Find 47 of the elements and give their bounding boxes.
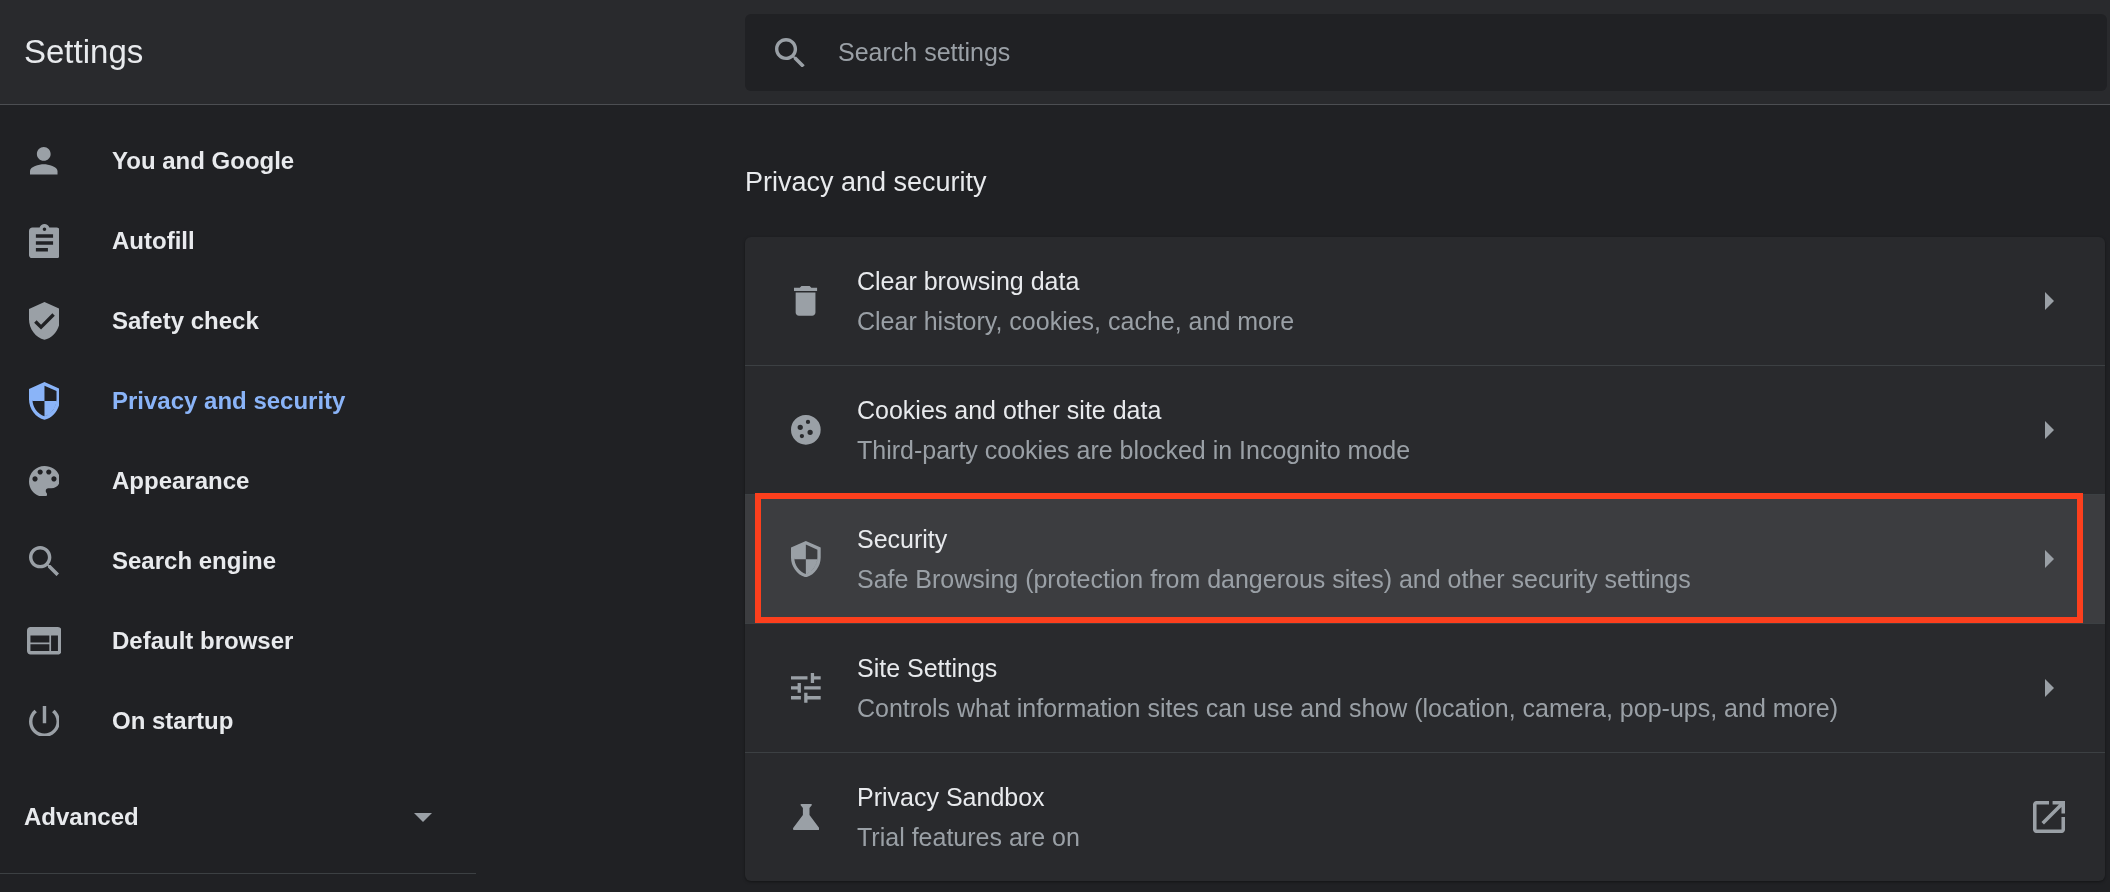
- row-description: Controls what information sites can use and show (location, camera, pop-ups, and more): [857, 693, 1839, 724]
- row-description: Trial features are on: [857, 822, 1080, 853]
- person-icon: [30, 147, 58, 175]
- search-icon: [775, 37, 805, 68]
- advanced-toggle[interactable]: Advanced: [0, 777, 476, 857]
- shield-check-icon: [28, 302, 60, 340]
- search-field[interactable]: Search settings: [745, 13, 2107, 91]
- sidebar-item[interactable]: Privacy and security: [0, 361, 476, 441]
- settings-row[interactable]: Security Safe Browsing (protection from dangerous sites) and other security settings: [745, 494, 2105, 623]
- row-description: Safe Browsing (protection from dangerous sites) and other security settings: [857, 564, 1691, 595]
- row-description: Third-party cookies are blocked in Incognito mode: [857, 435, 1411, 466]
- sidebar-item[interactable]: Search engine: [0, 521, 476, 601]
- sidebar-item[interactable]: On startup: [0, 681, 476, 761]
- page-title: Settings: [24, 33, 144, 71]
- palette-icon: [28, 465, 60, 497]
- settings-row[interactable]: Clear browsing data Clear history, cookies, cache, and more: [745, 237, 2105, 365]
- shield-icon: [791, 540, 821, 578]
- row-title: Site Settings: [857, 653, 998, 684]
- trash-icon: [794, 286, 818, 316]
- search-icon: [28, 545, 60, 577]
- sidebar-item[interactable]: Appearance: [0, 441, 476, 521]
- clipboard-icon: [28, 223, 60, 259]
- row-title: Clear browsing data: [857, 266, 1080, 297]
- power-icon: [28, 705, 60, 737]
- row-title: Privacy Sandbox: [857, 782, 1045, 813]
- caret-down-icon: [414, 812, 432, 822]
- shield-icon: [28, 382, 60, 420]
- browser-window-icon: [26, 627, 62, 655]
- row-description: Clear history, cookies, cache, and more: [857, 306, 1295, 337]
- cookie-icon: [791, 415, 821, 445]
- caret-right-icon[interactable]: [2044, 679, 2054, 697]
- sidebar-item[interactable]: Safety check: [0, 281, 476, 361]
- row-title: Security: [857, 524, 948, 555]
- section-heading: Privacy and security: [745, 166, 987, 199]
- sliders-icon: [791, 673, 821, 703]
- caret-right-icon[interactable]: [2044, 292, 2054, 310]
- sidebar-item[interactable]: You and Google: [0, 121, 476, 201]
- flask-icon: [792, 803, 820, 831]
- caret-right-icon[interactable]: [2044, 421, 2054, 439]
- sidebar-item[interactable]: Default browser: [0, 601, 476, 681]
- caret-right-icon[interactable]: [2044, 550, 2054, 568]
- external-link-icon[interactable]: [2033, 801, 2065, 833]
- sidebar-item[interactable]: Autofill: [0, 201, 476, 281]
- row-title: Cookies and other site data: [857, 395, 1162, 426]
- settings-row[interactable]: Cookies and other site data Third-party cookies are blocked in Incognito mode: [745, 365, 2105, 494]
- settings-row[interactable]: Privacy Sandbox Trial features are on: [745, 752, 2105, 881]
- settings-row[interactable]: Site Settings Controls what information sites can use and show (location, camera, pop-ups, and more): [745, 623, 2105, 752]
